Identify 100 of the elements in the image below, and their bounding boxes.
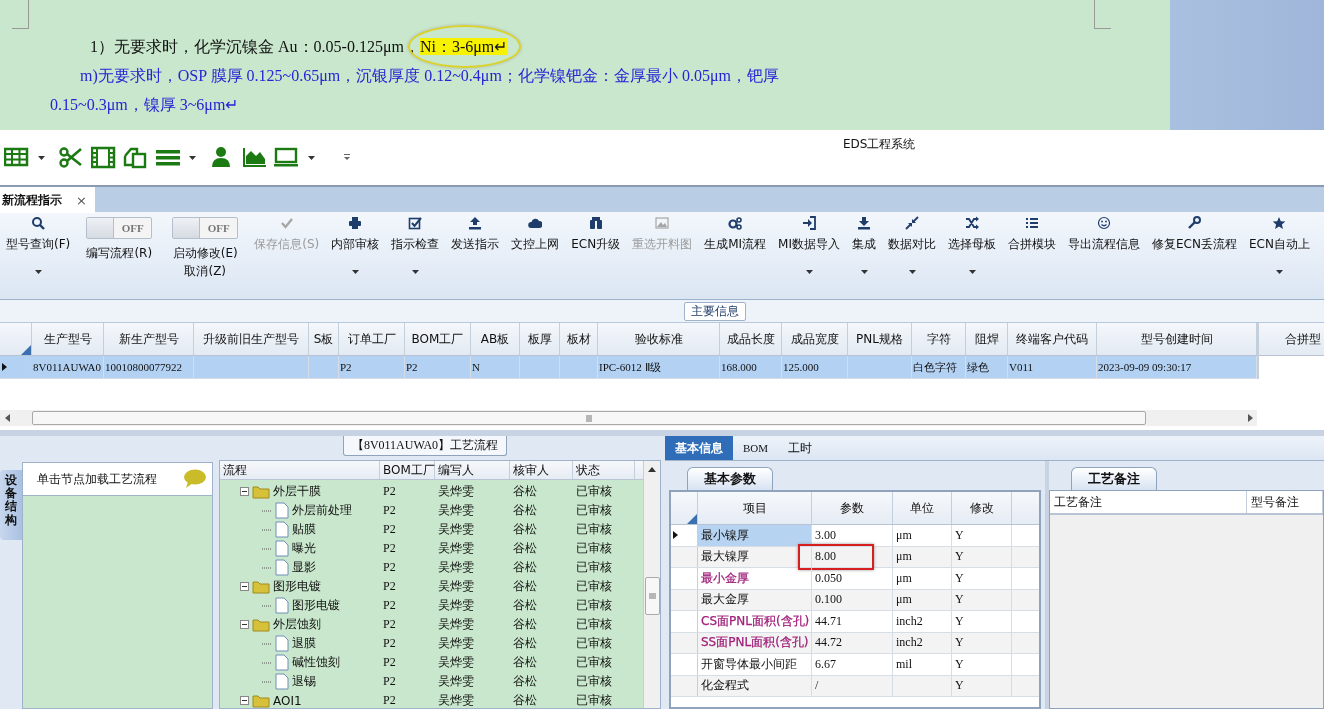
tab[interactable]: 基本参数 bbox=[687, 467, 773, 490]
tab[interactable]: 工艺备注 bbox=[1071, 467, 1157, 490]
selectable-cell[interactable]: 最小金厚 bbox=[698, 568, 812, 589]
toolbar-button[interactable]: 合拼模块 bbox=[1002, 216, 1062, 286]
toolbar-button[interactable]: 指示检查 bbox=[385, 216, 446, 286]
caret-icon[interactable] bbox=[805, 270, 813, 274]
column-header[interactable]: 流程 bbox=[220, 461, 380, 479]
caret-icon[interactable] bbox=[411, 270, 419, 274]
toolbar-button[interactable]: MI数据导入 bbox=[772, 216, 846, 286]
tree-row[interactable]: 显影 P2 吴烨雯 谷松 已审核 bbox=[220, 558, 643, 577]
selectable-cell[interactable]: 开窗导体最小间距 bbox=[698, 654, 812, 675]
column-header[interactable]: 核审人 bbox=[510, 461, 573, 479]
scroll-right-icon[interactable] bbox=[1247, 414, 1253, 422]
column-header[interactable]: S板 bbox=[309, 323, 339, 355]
column-header[interactable]: BOM工厂 bbox=[405, 323, 471, 355]
column-header[interactable]: 型号创建时间 bbox=[1097, 323, 1257, 355]
column-header[interactable]: 生产型号 bbox=[32, 323, 104, 355]
collapse-icon[interactable] bbox=[240, 696, 249, 705]
toolbar-button[interactable]: 内部审核 bbox=[325, 216, 386, 286]
tree-line bbox=[262, 566, 272, 569]
tree-row[interactable]: 贴膜 P2 吴烨雯 谷松 已审核 bbox=[220, 520, 643, 539]
caret-icon[interactable] bbox=[908, 270, 916, 274]
film-icon[interactable] bbox=[91, 145, 117, 170]
table-row[interactable]: 8V011AUWA0 10010800077922 P2 P2 N IPC-6012 Ⅱ级 168.000 125.000 白色字符 绿色 V011 2023-09-09 09:30:17 bbox=[0, 356, 1257, 379]
tree-row[interactable]: 曝光 P2 吴烨雯 谷松 已审核 bbox=[220, 539, 643, 558]
toolbar-button[interactable]: 文控上网 bbox=[505, 216, 566, 286]
tree-row[interactable]: 图形电镀 P2 吴烨雯 谷松 已审核 bbox=[220, 596, 643, 615]
column-header[interactable]: AB板 bbox=[471, 323, 520, 355]
horizontal-scrollbar[interactable] bbox=[0, 410, 1257, 426]
scroll-up-icon[interactable] bbox=[648, 467, 656, 472]
tree-row[interactable]: 碱性蚀刻 P2 吴烨雯 谷松 已审核 bbox=[220, 653, 643, 672]
monitor-icon[interactable] bbox=[274, 145, 300, 170]
caret-icon[interactable] bbox=[189, 155, 196, 160]
column-header[interactable]: 订单工厂 bbox=[339, 323, 405, 355]
toolbar-button[interactable]: 修复ECN丢流程 bbox=[1146, 216, 1243, 286]
column-header[interactable]: 成品宽度 bbox=[782, 323, 848, 355]
collapse-icon[interactable] bbox=[240, 487, 249, 496]
toolbar-button[interactable]: 生成MI流程 bbox=[698, 216, 773, 286]
collapse-icon[interactable] bbox=[240, 582, 249, 591]
column-header[interactable]: 型号备注 bbox=[1247, 491, 1323, 513]
column-header[interactable]: 字符 bbox=[912, 323, 966, 355]
collapse-icon[interactable] bbox=[240, 620, 249, 629]
tree-row[interactable]: 退锡 P2 吴烨雯 谷松 已审核 bbox=[220, 672, 643, 691]
column-header[interactable]: PNL规格 bbox=[848, 323, 912, 355]
selectable-cell[interactable]: 化金程式 bbox=[698, 675, 812, 696]
toolbar-button[interactable]: 选择母板 bbox=[942, 216, 1002, 286]
column-header[interactable]: 板材 bbox=[560, 323, 598, 355]
scroll-left-icon[interactable] bbox=[4, 414, 10, 422]
caret-icon[interactable] bbox=[1275, 270, 1283, 274]
toolbar-button[interactable]: 数据对比 bbox=[882, 216, 942, 286]
grip-icon[interactable] bbox=[586, 414, 592, 422]
toolbar-button[interactable]: ECN升级 bbox=[565, 216, 627, 286]
column-header[interactable]: 板厚 bbox=[520, 323, 560, 355]
tree-row[interactable]: AOI1 P2 吴烨雯 谷松 已审核 bbox=[220, 691, 643, 708]
caret-icon[interactable] bbox=[968, 270, 976, 274]
column-header[interactable]: 升级前旧生产型号 bbox=[194, 323, 309, 355]
column-header[interactable]: 参数 bbox=[812, 492, 893, 524]
side-tab[interactable]: 设备结构 bbox=[0, 470, 22, 540]
caret-icon[interactable] bbox=[351, 270, 359, 274]
toolbar-button[interactable]: 导出流程信息 bbox=[1062, 216, 1146, 286]
grip-icon[interactable] bbox=[648, 593, 656, 599]
tree-row[interactable]: 退膜 P2 吴烨雯 谷松 已审核 bbox=[220, 634, 643, 653]
selectable-cell[interactable]: 最大金厚 bbox=[698, 589, 812, 610]
column-header[interactable]: BOM工厂 bbox=[380, 461, 435, 479]
close-button[interactable]: × bbox=[76, 192, 87, 208]
tab[interactable]: 新流程指示 × bbox=[0, 187, 95, 213]
toolbar-button[interactable]: 发送指示 bbox=[445, 216, 506, 286]
column-header[interactable]: 单位 bbox=[893, 492, 952, 524]
vertical-scrollbar[interactable] bbox=[643, 461, 660, 708]
caret-icon[interactable] bbox=[860, 270, 868, 274]
toggle-switch[interactable]: OFF bbox=[86, 217, 153, 239]
tree-row[interactable]: 外层前处理 P2 吴烨雯 谷松 已审核 bbox=[220, 501, 643, 520]
caret-icon[interactable] bbox=[34, 270, 42, 274]
toolbar-button[interactable]: 集成 bbox=[846, 216, 882, 286]
toolbar-button[interactable]: ECN自动上 bbox=[1242, 216, 1316, 286]
column-header[interactable]: 编写人 bbox=[435, 461, 510, 479]
column-header[interactable]: 新生产型号 bbox=[104, 323, 194, 355]
tree-row[interactable]: 外层蚀刻 P2 吴烨雯 谷松 已审核 bbox=[220, 615, 643, 634]
tree-row[interactable]: 图形电镀 P2 吴烨雯 谷松 已审核 bbox=[220, 577, 643, 596]
column-header[interactable]: 项目 bbox=[698, 492, 812, 524]
area-chart-icon[interactable] bbox=[242, 145, 268, 170]
column-header[interactable]: 阻焊 bbox=[966, 323, 1008, 355]
caret-icon[interactable] bbox=[308, 155, 315, 160]
column-header[interactable]: 工艺备注 bbox=[1050, 491, 1247, 513]
column-header[interactable]: 成品长度 bbox=[720, 323, 782, 355]
column-header[interactable]: 验收标准 bbox=[598, 323, 720, 355]
tab[interactable]: BOM bbox=[733, 436, 779, 460]
customize-icon[interactable] bbox=[343, 154, 351, 161]
toggle-switch[interactable]: OFF bbox=[172, 217, 239, 239]
column-header[interactable]: 状态 bbox=[573, 461, 635, 479]
caret-icon[interactable] bbox=[38, 155, 45, 160]
tree-row[interactable]: 外层干膜 P2 吴烨雯 谷松 已审核 bbox=[220, 482, 643, 501]
column-header[interactable]: 修改 bbox=[952, 492, 1012, 524]
selectable-cell[interactable]: 最大镍厚 bbox=[698, 546, 812, 567]
copy-icon[interactable] bbox=[123, 145, 149, 170]
tab[interactable]: 工时 bbox=[778, 436, 823, 460]
tab[interactable]: 基本信息 bbox=[665, 436, 733, 460]
selectable-cell[interactable]: 最小镍厚 bbox=[698, 525, 812, 546]
column-header[interactable]: 终端客户代码 bbox=[1008, 323, 1097, 355]
toolbar-button[interactable]: 型号查询(F) bbox=[0, 216, 77, 286]
